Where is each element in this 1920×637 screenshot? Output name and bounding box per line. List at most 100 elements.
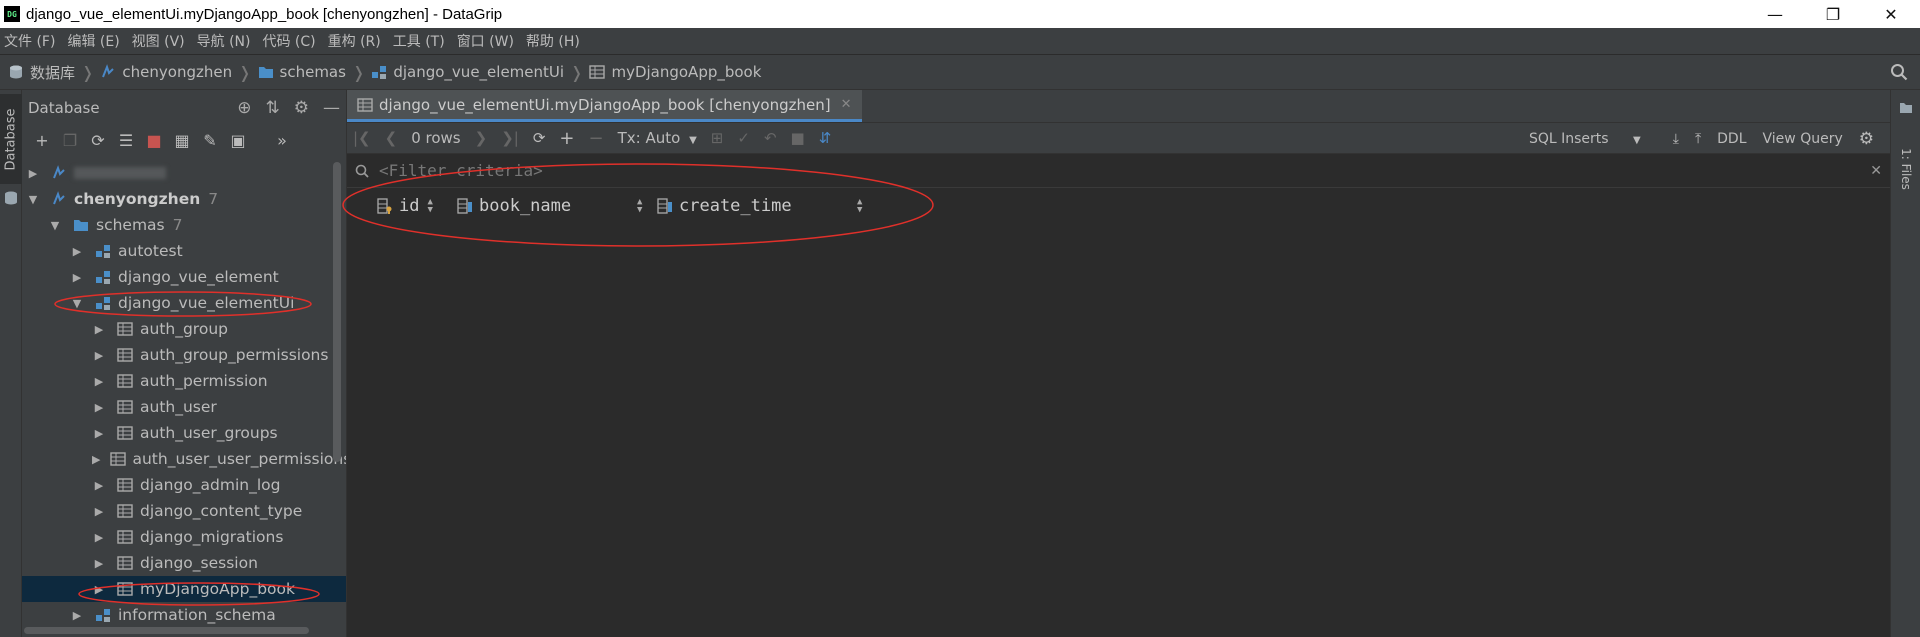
add-icon[interactable]: + (28, 131, 56, 150)
expand-arrow-icon[interactable]: ▶ (92, 349, 106, 362)
transaction-mode-dropdown[interactable]: Tx: Auto ▼ (618, 129, 697, 147)
duplicate-icon[interactable]: ❐ (56, 131, 84, 150)
expand-arrow-icon[interactable]: ▶ (70, 245, 84, 258)
view-query-button[interactable]: View Query (1763, 131, 1843, 147)
expand-arrow-icon[interactable]: ▶ (92, 557, 106, 570)
add-row-icon[interactable]: + (559, 128, 574, 149)
tree-item-mydjangoapp-book[interactable]: ▶ myDjangoApp_book (22, 576, 346, 602)
sort-arrows-icon[interactable]: ▲ ▼ (637, 198, 642, 215)
menu-help[interactable]: 帮助 (H) (522, 31, 584, 51)
rollback-icon[interactable]: ↶ (764, 129, 777, 147)
menu-navigate[interactable]: 导航 (N) (193, 31, 255, 51)
editor-tab[interactable]: django_vue_elementUi.myDjangoApp_book [c… (347, 90, 862, 122)
filter-criteria-input[interactable]: <Filter criteria> (379, 161, 543, 180)
database-tool-tab[interactable]: Database (0, 94, 22, 184)
close-icon[interactable]: ✕ (841, 97, 852, 112)
tree-item-table[interactable]: ▶ auth_group_permissions (22, 342, 346, 368)
tree-item-table[interactable]: ▶ django_admin_log (22, 472, 346, 498)
rows-count[interactable]: 0 rows (411, 129, 460, 147)
expand-arrow-icon[interactable]: ▶ (92, 401, 106, 414)
expand-arrow-icon[interactable]: ▶ (70, 271, 84, 284)
breadcrumb-item-datasource[interactable]: chenyongzhen (100, 63, 232, 81)
breadcrumb-item-schema[interactable]: django_vue_elementUi (371, 63, 564, 81)
tree-item-table[interactable]: ▶ auth_user_user_permissions (22, 446, 346, 472)
expand-arrow-icon[interactable]: ▶ (92, 505, 106, 518)
menu-file[interactable]: 文件 (F) (0, 31, 59, 51)
menu-tools[interactable]: 工具 (T) (389, 31, 449, 51)
more-icon[interactable]: » (268, 131, 296, 150)
tree-item-table[interactable]: ▶ django_migrations (22, 524, 346, 550)
expand-arrow-icon[interactable]: ▶ (92, 479, 106, 492)
download-icon[interactable]: ⤓ (1673, 131, 1679, 147)
compare-icon[interactable]: ⇵ (819, 129, 832, 147)
target-icon[interactable]: ⊕ (237, 98, 251, 118)
collapse-all-icon[interactable]: ⇅ (266, 98, 280, 118)
collapse-arrow-icon[interactable]: ▼ (70, 297, 84, 310)
menu-refactor[interactable]: 重构 (R) (324, 31, 385, 51)
search-icon[interactable] (1890, 63, 1908, 81)
gear-icon[interactable]: ⚙ (1859, 129, 1874, 149)
query-console-icon[interactable]: ▣ (224, 131, 252, 150)
expand-arrow-icon[interactable]: ▶ (92, 453, 100, 466)
sql-console-icon[interactable]: ☰ (112, 131, 140, 150)
upload-icon[interactable]: ⤒ (1695, 131, 1701, 147)
tree-item-datasource-blurred[interactable]: ▶ (22, 160, 346, 186)
table-view-icon[interactable]: ▦ (168, 131, 196, 150)
menu-window[interactable]: 窗口 (W) (453, 31, 518, 51)
gear-icon[interactable]: ⚙ (294, 98, 309, 118)
close-window-button[interactable]: ✕ (1862, 0, 1920, 28)
expand-arrow-icon[interactable]: ▶ (92, 375, 106, 388)
clear-filter-icon[interactable]: ✕ (1870, 163, 1882, 179)
stop-icon[interactable]: ■ (791, 129, 805, 147)
tree-item-information-schema[interactable]: ▶ information_schema (22, 602, 346, 628)
tree-item-chenyongzhen[interactable]: ▼ chenyongzhen 7 (22, 186, 346, 212)
tree-item-table[interactable]: ▶ auth_group (22, 316, 346, 342)
edit-icon[interactable]: ✎ (196, 131, 224, 150)
stop-icon[interactable]: ■ (140, 131, 168, 150)
breadcrumb-item-schemas[interactable]: schemas (258, 63, 346, 81)
minimize-icon[interactable]: — (323, 98, 340, 118)
tree-item-autotest[interactable]: ▶ autotest (22, 238, 346, 264)
column-header-id[interactable]: id ▲ ▼ (377, 188, 457, 224)
expand-arrow-icon[interactable]: ▶ (92, 323, 106, 336)
sort-arrows-icon[interactable]: ▲ ▼ (857, 198, 862, 215)
breadcrumb-item-database[interactable]: 数据库 (8, 62, 75, 83)
tree-item-table[interactable]: ▶ auth_user (22, 394, 346, 420)
expand-arrow-icon[interactable]: ▶ (92, 531, 106, 544)
menu-edit[interactable]: 编辑 (E) (63, 31, 123, 51)
tree-item-schemas[interactable]: ▼ schemas 7 (22, 212, 346, 238)
delete-row-icon[interactable]: − (589, 128, 604, 149)
reload-icon[interactable]: ⟳ (533, 129, 546, 147)
tree-item-django-vue-element[interactable]: ▶ django_vue_element (22, 264, 346, 290)
expand-arrow-icon[interactable]: ▶ (92, 583, 106, 596)
expand-arrow-icon[interactable]: ▶ (70, 609, 84, 622)
tree-item-table[interactable]: ▶ django_session (22, 550, 346, 576)
restore-button[interactable]: ❐ (1804, 0, 1862, 28)
first-page-icon[interactable]: |❮ (353, 129, 371, 147)
minimize-button[interactable]: — (1746, 0, 1804, 28)
export-format-dropdown[interactable]: SQL Inserts ▼ (1529, 131, 1657, 147)
expand-arrow-icon[interactable]: ▶ (26, 167, 40, 180)
tree-vertical-scrollbar[interactable] (333, 162, 341, 462)
tree-item-table[interactable]: ▶ auth_permission (22, 368, 346, 394)
tree-item-table[interactable]: ▶ django_content_type (22, 498, 346, 524)
column-header-book-name[interactable]: book_name ▲ ▼ (457, 188, 657, 224)
column-header-create-time[interactable]: create_time ▲ ▼ (657, 188, 877, 224)
collapse-arrow-icon[interactable]: ▼ (48, 219, 62, 232)
next-page-icon[interactable]: ❯ (475, 129, 488, 147)
files-tool-tab[interactable]: 1: Files (1895, 124, 1917, 214)
sort-arrows-icon[interactable]: ▲ ▼ (427, 198, 432, 215)
expand-arrow-icon[interactable]: ▶ (92, 427, 106, 440)
breadcrumb-item-table[interactable]: myDjangoApp_book (589, 63, 761, 81)
tree-item-table[interactable]: ▶ auth_user_groups (22, 420, 346, 446)
previous-page-icon[interactable]: ❮ (385, 129, 398, 147)
last-page-icon[interactable]: ❯| (501, 129, 519, 147)
tree-horizontal-scrollbar[interactable] (24, 627, 309, 634)
menu-view[interactable]: 视图 (V) (128, 31, 189, 51)
commit-history-icon[interactable]: ⊞ (711, 129, 724, 147)
refresh-icon[interactable]: ⟳ (84, 131, 112, 150)
ddl-button[interactable]: DDL (1717, 131, 1746, 147)
collapse-arrow-icon[interactable]: ▼ (26, 193, 40, 206)
tree-item-django-vue-elementui[interactable]: ▼ django_vue_elementUi (22, 290, 346, 316)
commit-icon[interactable]: ✓ (737, 129, 750, 147)
